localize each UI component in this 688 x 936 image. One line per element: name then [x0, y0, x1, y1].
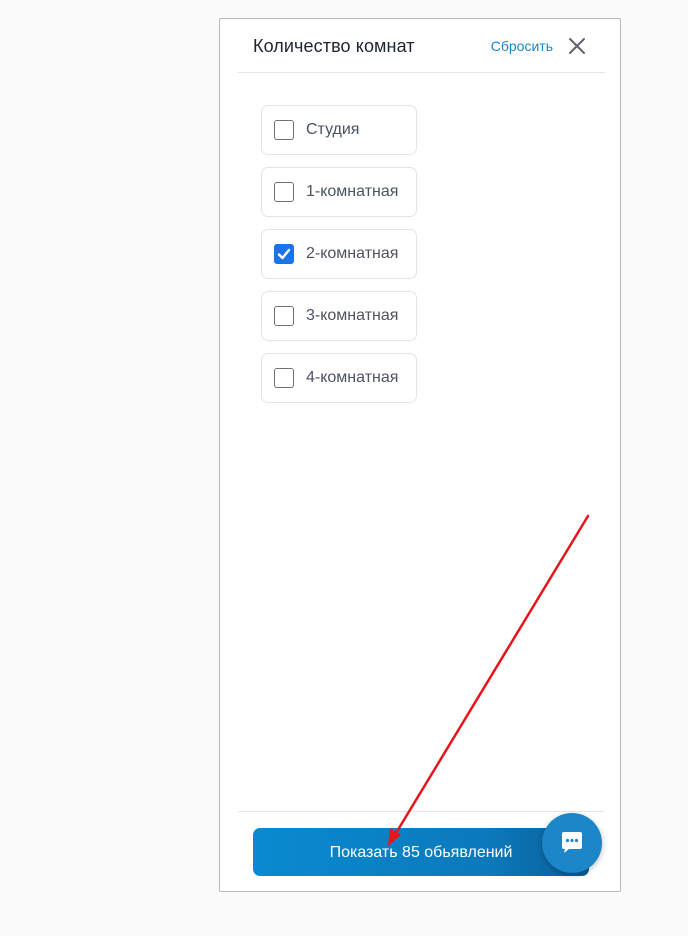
close-icon[interactable] — [567, 36, 587, 56]
option-label: 1-комнатная — [306, 183, 399, 200]
checkbox[interactable] — [274, 368, 294, 388]
reset-link[interactable]: Сбросить — [491, 38, 553, 54]
chat-icon — [562, 832, 582, 853]
checkbox-checked[interactable] — [274, 244, 294, 264]
option-label: 2-комнатная — [306, 245, 399, 262]
option-studio[interactable]: Студия — [261, 105, 417, 155]
panel-header: Количество комнат Сбросить — [238, 19, 605, 73]
option-label: 4-комнатная — [306, 369, 399, 386]
option-label: 3-комнатная — [306, 307, 399, 324]
room-options-list: Студия 1-комнатная 2-комнатная 3-комнатн… — [261, 105, 417, 415]
panel-title: Количество комнат — [253, 36, 415, 56]
show-results-button[interactable]: Показать 85 обьявлений — [253, 828, 589, 876]
option-label: Студия — [306, 121, 360, 138]
checkmark-icon — [277, 248, 291, 260]
option-1-room[interactable]: 1-комнатная — [261, 167, 417, 217]
chat-widget-button[interactable] — [542, 813, 602, 873]
option-3-room[interactable]: 3-комнатная — [261, 291, 417, 341]
option-2-room[interactable]: 2-комнатная — [261, 229, 417, 279]
checkbox[interactable] — [274, 120, 294, 140]
footer-divider — [238, 811, 605, 812]
option-4-room[interactable]: 4-комнатная — [261, 353, 417, 403]
checkbox[interactable] — [274, 182, 294, 202]
room-count-filter-panel: Количество комнат Сбросить Студия 1-комн… — [219, 18, 621, 892]
checkbox[interactable] — [274, 306, 294, 326]
